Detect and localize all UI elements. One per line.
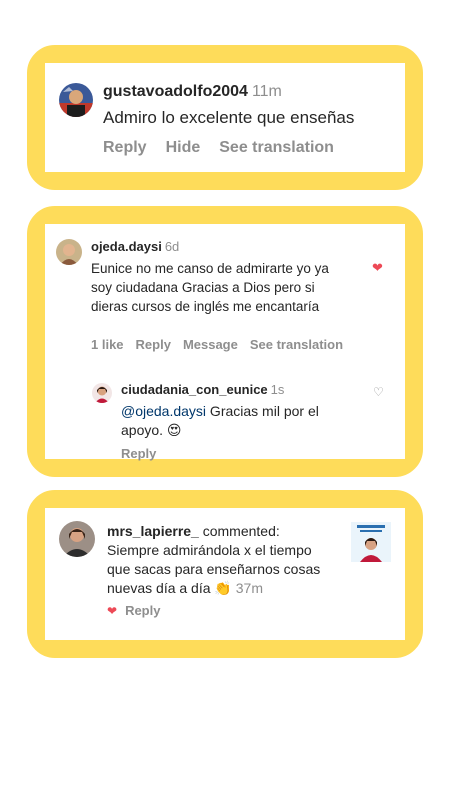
comment-text: Eunice no me canso de admirarte yo ya so… [91,261,329,314]
comment-card-3-body: mrs_lapierre_ commented: Siempre admirán… [45,508,405,640]
reply-username[interactable]: ciudadania_con_eunice [121,382,268,397]
reply-button[interactable]: Reply [103,139,147,157]
comment-timestamp: 37m [235,580,263,596]
comment-username[interactable]: mrs_lapierre_ [107,523,199,539]
comment-timestamp: 11m [251,83,282,100]
comment-card-1: gustavoadolfo2004 11m Admiro lo excelente… [27,45,423,190]
reply-actions: Reply [121,446,156,461]
reply-button[interactable]: Reply [125,603,160,618]
comment-actions: Reply Hide See translation [103,139,353,157]
heart-filled-icon[interactable]: ❤ [372,260,383,276]
message-button[interactable]: Message [183,337,238,352]
comment-card-1-body: gustavoadolfo2004 11m Admiro lo excelente… [45,63,405,172]
comment-card-2: ojeda.daysi 6d Eunice no me canso de admi… [27,206,423,477]
avatar-gustavoadolfo2004[interactable] [59,83,93,117]
reply-button[interactable]: Reply [136,337,171,352]
commented-label: commented: [198,523,280,539]
likes-count[interactable]: 1 like [91,337,124,352]
reply-button[interactable]: Reply [121,446,156,461]
hide-button[interactable]: Hide [166,139,201,157]
notification-message: mrs_lapierre_ commented: Siempre admirán… [107,522,329,598]
post-thumbnail[interactable] [351,522,391,562]
comment-username[interactable]: ojeda.daysi [91,239,162,254]
comment-card-3: mrs_lapierre_ commented: Siempre admirán… [27,490,423,658]
comment-actions: ❤ Reply [107,603,160,618]
reply-text: @ojeda.daysi Gracias mil por el apoyo. 😍 [121,402,351,440]
comment-text: Siempre admirándola x el tiempo que saca… [107,542,321,596]
avatar-mrs-lapierre[interactable] [59,521,95,557]
avatar-ciudadania-con-eunice[interactable] [92,383,112,403]
see-translation-button[interactable]: See translation [219,139,334,157]
mention-link[interactable]: @ojeda.daysi [121,403,206,419]
comment-actions: 1 like Reply Message See translation [91,337,355,352]
comment-timestamp: 6d [164,239,180,254]
heart-outline-icon[interactable]: ♡ [373,385,384,399]
reply-timestamp: 1s [270,382,285,397]
comment-card-2-body: ojeda.daysi 6d Eunice no me canso de admi… [45,224,405,461]
comment-text: Admiro lo excelente que enseñas [103,108,355,127]
heart-filled-icon[interactable]: ❤ [107,604,117,618]
see-translation-button[interactable]: See translation [250,337,343,352]
comment-username[interactable]: gustavoadolfo2004 [103,83,248,100]
avatar-ojeda-daysi[interactable] [56,239,82,265]
